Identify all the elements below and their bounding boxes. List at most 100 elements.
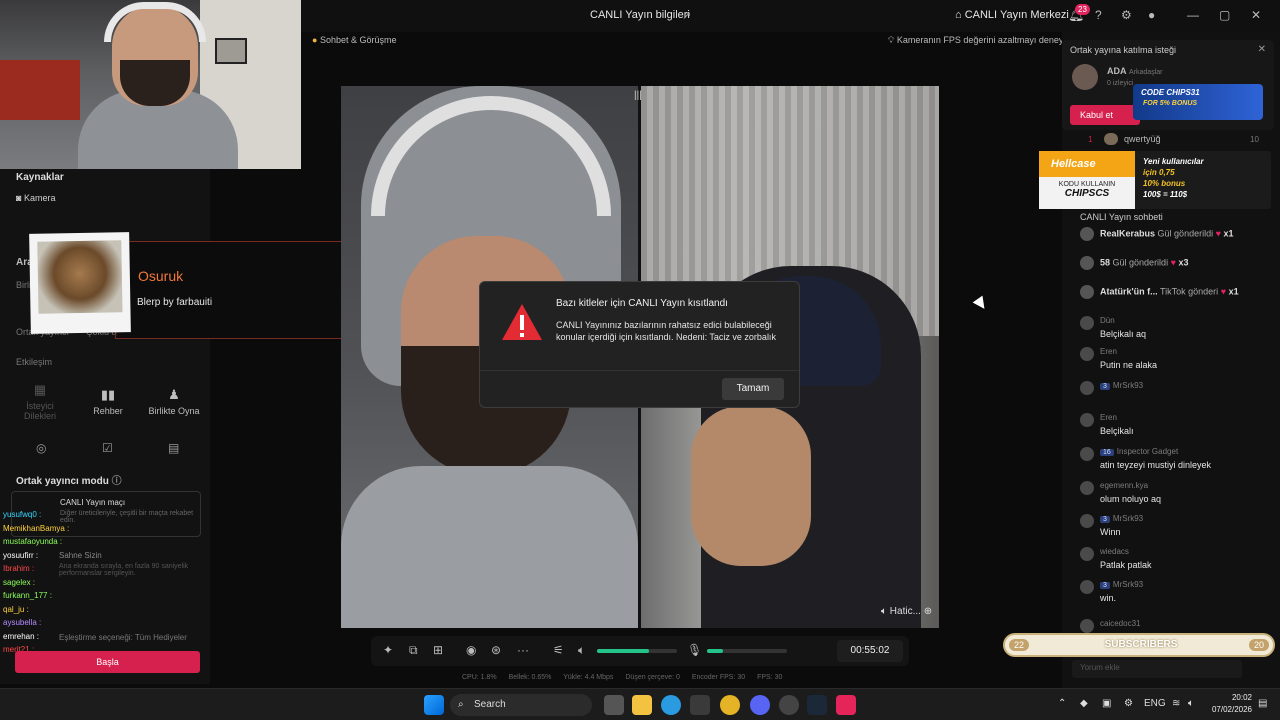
gift-action: Gül gönderildi xyxy=(1112,257,1169,268)
chat-user: Eren xyxy=(1100,413,1250,422)
guest-name: Hatic... xyxy=(889,606,921,617)
accept-button[interactable]: Kabul et xyxy=(1070,105,1140,125)
chat-message: 3 MrSrk93 xyxy=(1080,381,1250,395)
info-icon[interactable]: ⓘ xyxy=(112,476,122,487)
overlay-chat-line: yosuufirr : xyxy=(3,550,39,560)
chat-message: 3 MrSrk93 Winn xyxy=(1080,514,1250,537)
settings-sliders-icon[interactable]: ⚟ xyxy=(553,643,564,657)
home-icon: ⌂ xyxy=(955,9,965,21)
request-close-icon[interactable]: ✕ xyxy=(1258,44,1266,55)
alert-name: Osuruk xyxy=(138,268,184,284)
effects-icon[interactable]: ⧉ xyxy=(409,643,418,658)
maximize-icon[interactable]: ▢ xyxy=(1219,8,1230,22)
notifications-icon[interactable]: ▤ xyxy=(1258,698,1267,709)
magic-icon[interactable]: ✦ xyxy=(383,643,393,657)
guide-button[interactable]: ▮▮ Rehber xyxy=(78,387,138,416)
chat-username: egemenn.kya xyxy=(1100,481,1149,490)
mic-level[interactable] xyxy=(707,649,787,653)
chat-avatar xyxy=(1080,547,1094,561)
tray-network-icon[interactable]: ⚙ xyxy=(1124,698,1133,709)
chat-username: Dün xyxy=(1100,316,1115,325)
task-view-icon[interactable] xyxy=(604,695,624,715)
speaker-icon[interactable]: 🔈︎ xyxy=(881,606,890,617)
record-icon[interactable]: ◉ xyxy=(466,643,476,657)
windows-start-icon[interactable] xyxy=(424,695,444,715)
add-icon[interactable]: ⊕ xyxy=(924,606,932,617)
chrome-icon[interactable] xyxy=(720,695,740,715)
encoder-fps-stat: Encoder FPS: 30 xyxy=(691,674,746,681)
gift-user: 58 xyxy=(1100,257,1111,268)
chat-call-tab[interactable]: ● Sohbet & Görüşme xyxy=(312,35,396,45)
restriction-dialog: Bazı kitleler için CANLI Yayın kısıtland… xyxy=(479,281,800,408)
gear-icon[interactable]: ⚙ xyxy=(1121,8,1132,22)
media-icon[interactable]: ⊞ xyxy=(433,643,443,657)
tray-chevron-icon[interactable]: ⌃ xyxy=(1058,698,1066,709)
request-user: ADA xyxy=(1107,66,1127,76)
clock[interactable]: 20:02 07/02/2026 xyxy=(1208,692,1252,716)
discord-icon[interactable] xyxy=(750,695,770,715)
tray-discord-icon[interactable]: ◆ xyxy=(1080,698,1088,709)
help-icon[interactable]: ? xyxy=(1095,8,1102,22)
steam-icon[interactable] xyxy=(807,695,827,715)
microphone-icon[interactable]: 🎙︎ xyxy=(687,643,702,657)
chat-avatar xyxy=(1080,381,1094,395)
chat-input[interactable]: Yorum ekle xyxy=(1072,660,1242,678)
edge-icon[interactable] xyxy=(661,695,681,715)
webcam-headphones xyxy=(104,2,206,42)
wishes-button[interactable]: ▦ İsteyici Dilekleri xyxy=(10,382,70,421)
rank-score: 10 xyxy=(1250,135,1259,144)
hellcase-offer: Yeni kullanıcılar için 0,75 10% bonus 10… xyxy=(1143,156,1204,200)
volume-slider[interactable] xyxy=(597,649,677,653)
chat-user: caicedoc31 xyxy=(1100,619,1250,628)
refresh-icon[interactable]: ◎ xyxy=(36,441,46,455)
taskbar-search[interactable]: ⌕ Search xyxy=(450,694,592,716)
dropped-stat: Düşen çerçeve: 0 xyxy=(625,674,680,681)
ok-button[interactable]: Tamam xyxy=(722,378,784,400)
file-explorer-icon[interactable] xyxy=(632,695,652,715)
minimize-icon[interactable]: — xyxy=(1187,8,1199,22)
stage-desc: Ana ekranda sırayla, en fazla 90 saniyel… xyxy=(59,563,189,577)
chat-avatar xyxy=(1080,413,1094,427)
sub-right-count: 20 xyxy=(1248,639,1269,651)
rank-avatar xyxy=(1104,133,1118,145)
wifi-icon[interactable]: ≋ xyxy=(1172,698,1180,709)
bulb-icon: 💡︎ xyxy=(888,35,897,45)
more-icon[interactable]: ··· xyxy=(517,643,529,657)
avatar[interactable]: ● xyxy=(1148,8,1155,22)
taskbar: ⌕ Search ⌃ ◆ ▣ ⚙ ENG ≋ 🔈︎ 20:02 07/02/202… xyxy=(0,688,1280,720)
volume-tray-icon[interactable]: 🔈︎ xyxy=(1188,698,1194,709)
tray-app-icon[interactable]: ▣ xyxy=(1102,698,1111,709)
stream-timer: 00:55:02 xyxy=(837,640,903,662)
app-icon[interactable] xyxy=(779,695,799,715)
live-center-label: CANLI Yayın Merkezi xyxy=(964,9,1069,21)
live-center-link[interactable]: ⌂ CANLI Yayın Merkezi xyxy=(955,9,1069,21)
camera-flip-icon[interactable]: ⊛ xyxy=(491,643,501,657)
guest-hand xyxy=(691,406,811,566)
checklist-icon[interactable]: ☑ xyxy=(102,441,113,455)
chat-avatar xyxy=(1080,514,1094,528)
gift-avatar xyxy=(1080,256,1094,270)
camera-source[interactable]: ◙ Kamera xyxy=(16,193,55,203)
volume-icon[interactable]: 🔈︎ xyxy=(578,643,585,658)
chat-username: MrSrk93 xyxy=(1112,381,1144,390)
language-indicator[interactable]: ENG xyxy=(1144,698,1166,709)
chat-text: Putin ne alaka xyxy=(1100,360,1158,370)
share-icon[interactable]: ↗ xyxy=(682,9,691,22)
fps-stat: FPS: 30 xyxy=(757,674,783,681)
hellcase-code: KODU KULLANIN CHIPSCS xyxy=(1039,177,1135,209)
notification-badge: 23 xyxy=(1075,4,1090,15)
camera-label: Kamera xyxy=(23,193,56,203)
gift-option[interactable]: Eşleştirme seçeneği: Tüm Hediyeler xyxy=(59,633,187,642)
box-icon[interactable]: ▤ xyxy=(168,441,179,455)
close-icon[interactable]: ✕ xyxy=(1251,8,1261,22)
chat-text: Winn xyxy=(1100,527,1121,537)
play-together-button[interactable]: ♟ Birlikte Oyna xyxy=(144,387,204,416)
rank-number: 1 xyxy=(1088,135,1093,144)
chat-message: 3 MrSrk93 win. xyxy=(1080,580,1250,603)
alert-face xyxy=(37,240,123,314)
memory-stat: Bellek: 0.65% xyxy=(508,674,552,681)
store-icon[interactable] xyxy=(690,695,710,715)
tiktok-live-icon[interactable] xyxy=(836,695,856,715)
chat-text: olum noluyo aq xyxy=(1100,494,1162,504)
start-button[interactable]: Başla xyxy=(15,651,200,673)
